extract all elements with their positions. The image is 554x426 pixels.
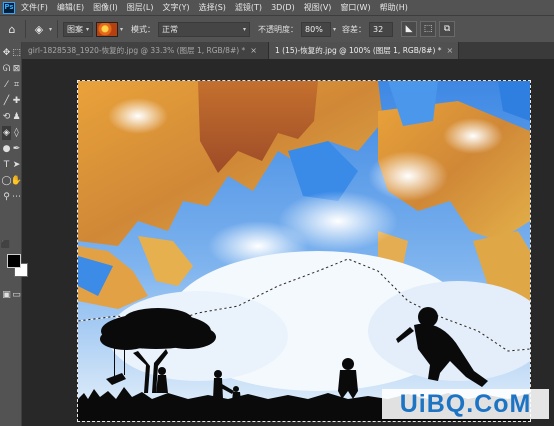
foreground-color-swatch[interactable]	[7, 254, 21, 268]
image-canvas[interactable]	[77, 80, 531, 422]
contiguous-icon[interactable]: ⬚	[420, 21, 437, 37]
quick-mask-icon[interactable]: ▣	[2, 288, 11, 302]
paint-bucket-icon[interactable]: ◈	[31, 21, 47, 37]
menu-bar: Ps 文件(F) 编辑(E) 图像(I) 图层(L) 文字(Y) 选择(S) 滤…	[0, 0, 554, 15]
healing-brush-tool-icon[interactable]: ✚	[12, 94, 21, 108]
mode-value: 正常	[162, 24, 179, 34]
mode-dropdown[interactable]: 正常 ▾	[158, 21, 251, 37]
marquee-tool-icon[interactable]: ⬚	[12, 46, 21, 60]
pattern-swatch[interactable]	[96, 21, 119, 37]
path-selection-tool-icon[interactable]: ➤	[12, 158, 21, 172]
menu-help[interactable]: 帮助(H)	[380, 2, 408, 13]
menu-3d[interactable]: 3D(D)	[271, 3, 295, 12]
color-swap-icon[interactable]: ⬛	[1, 238, 11, 252]
menu-edit[interactable]: 编辑(E)	[57, 2, 84, 13]
options-bar: ⌂ ◈ ▾ 图案 ▾ ▾ 模式： 正常 ▾ 不透明度： 80% ▾ 容差： 32…	[0, 15, 554, 42]
clone-stamp-tool-icon[interactable]: ♟	[12, 110, 21, 124]
menu-select[interactable]: 选择(S)	[199, 2, 226, 13]
chevron-down-icon[interactable]: ▾	[49, 26, 52, 33]
opacity-label: 不透明度：	[258, 24, 299, 34]
tolerance-label: 容差：	[342, 24, 367, 34]
canvas-artwork	[78, 81, 530, 421]
fill-source-dropdown[interactable]: 图案 ▾	[63, 21, 94, 37]
close-icon[interactable]: ×	[447, 46, 454, 55]
mode-label: 模式：	[131, 24, 156, 34]
anti-alias-icon[interactable]: ◣	[401, 21, 418, 37]
watermark: UiBQ.CoM	[382, 389, 549, 419]
tab-label: 1 (15)-恢复的.jpg @ 100% (图层 1, RGB/8#) *	[275, 46, 442, 55]
ellipse-tool-icon[interactable]: ◯	[1, 174, 11, 188]
menu-image[interactable]: 图像(I)	[93, 2, 118, 13]
quick-selection-tool-icon[interactable]: ⊠	[12, 62, 21, 76]
home-icon[interactable]: ⌂	[4, 21, 20, 37]
menu-view[interactable]: 视图(V)	[304, 2, 332, 13]
divider	[57, 20, 59, 38]
close-icon[interactable]: ×	[250, 46, 257, 55]
menu-filter[interactable]: 滤镜(T)	[235, 2, 262, 13]
crop-tool-icon[interactable]: ⌗	[12, 78, 21, 92]
screen-mode-icon[interactable]: ▭	[12, 288, 21, 302]
photoshop-logo: Ps	[3, 1, 15, 14]
opacity-field[interactable]: 80%	[301, 21, 332, 37]
more-tools-icon[interactable]: ⋯	[12, 190, 21, 204]
history-brush-tool-icon[interactable]: ⟲	[2, 110, 11, 124]
brush-tool-icon[interactable]: ╱	[2, 94, 11, 108]
fill-source-value: 图案	[67, 24, 84, 34]
menu-type[interactable]: 文字(Y)	[162, 2, 189, 13]
eyedropper-tool-icon[interactable]: ⁄	[2, 78, 11, 92]
move-tool-icon[interactable]: ✥	[2, 46, 11, 60]
tab-label: girl-1828538_1920-恢复的.jpg @ 33.3% (图层 1,…	[28, 46, 246, 55]
eraser-tool-icon[interactable]: ◊	[12, 126, 21, 140]
chevron-down-icon: ▾	[243, 25, 247, 33]
menu-file[interactable]: 文件(F)	[21, 2, 48, 13]
type-tool-icon[interactable]: T	[2, 158, 11, 172]
tolerance-field[interactable]: 32	[369, 21, 394, 37]
hand-tool-icon[interactable]: ✋	[11, 174, 22, 188]
divider	[25, 20, 26, 38]
chevron-down-icon[interactable]: ▾	[333, 26, 336, 33]
tools-panel: ✥ ⬚ ᘏ ⊠ ⁄ ⌗ ╱ ✚ ⟲ ♟ ◈ ◊ ● ✒ T ➤ ◯ ✋ ⚲ ⋯ …	[0, 42, 28, 426]
lasso-tool-icon[interactable]: ᘏ	[2, 62, 11, 76]
paint-bucket-tool-icon[interactable]: ◈	[2, 126, 11, 140]
chevron-down-icon[interactable]: ▾	[120, 26, 123, 33]
dodge-tool-icon[interactable]: ●	[2, 142, 11, 156]
zoom-tool-icon[interactable]: ⚲	[2, 190, 11, 204]
chevron-down-icon: ▾	[86, 25, 90, 33]
all-layers-icon[interactable]: ⧉	[439, 21, 456, 37]
tab-active-document[interactable]: 1 (15)-恢复的.jpg @ 100% (图层 1, RGB/8#) * ×	[269, 42, 459, 59]
pen-tool-icon[interactable]: ✒	[12, 142, 21, 156]
tab-girl-document[interactable]: girl-1828538_1920-恢复的.jpg @ 33.3% (图层 1,…	[22, 42, 269, 59]
document-tabs: girl-1828538_1920-恢复的.jpg @ 33.3% (图层 1,…	[22, 42, 554, 59]
menu-window[interactable]: 窗口(W)	[340, 2, 370, 13]
menu-layer[interactable]: 图层(L)	[127, 2, 154, 13]
document-workspace	[22, 59, 554, 426]
